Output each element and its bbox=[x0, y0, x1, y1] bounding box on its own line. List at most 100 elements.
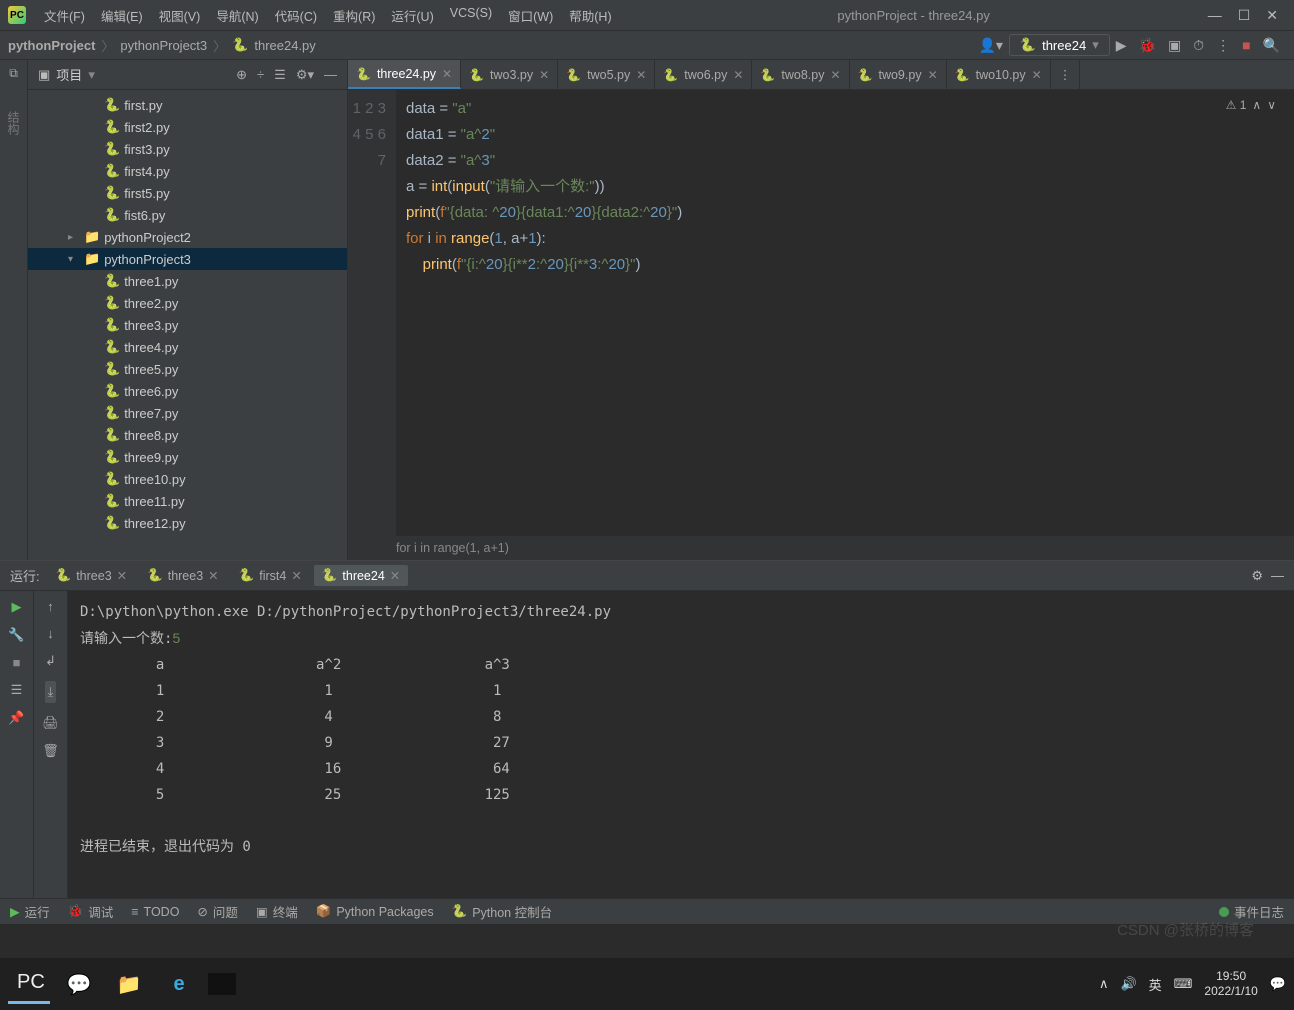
pin-icon[interactable]: 📌 bbox=[8, 710, 24, 726]
tray-ime[interactable]: 英 bbox=[1149, 975, 1162, 994]
scroll-to-end-icon[interactable]: ⤓ bbox=[45, 681, 57, 703]
filter-icon[interactable]: ☰ bbox=[11, 682, 23, 698]
menu-item[interactable]: 视图(V) bbox=[151, 3, 209, 28]
py-file-item[interactable]: 🐍first5.py bbox=[28, 182, 347, 204]
coverage-button[interactable]: ▣ bbox=[1168, 37, 1181, 54]
run-button[interactable]: ▶ bbox=[1116, 37, 1127, 54]
code-editor[interactable]: 1 2 3 4 5 6 7 data = "a" data1 = "a^2" d… bbox=[348, 90, 1294, 536]
py-file-item[interactable]: 🐍three6.py bbox=[28, 380, 347, 402]
editor-breadcrumb[interactable]: for i in range(1, a+1) bbox=[348, 536, 1294, 560]
expand-all-icon[interactable]: ÷ bbox=[257, 67, 264, 83]
py-file-item[interactable]: 🐍first2.py bbox=[28, 116, 347, 138]
py-file-item[interactable]: 🐍three9.py bbox=[28, 446, 347, 468]
select-opened-file-icon[interactable]: ⊕ bbox=[236, 67, 247, 83]
close-icon[interactable]: ✕ bbox=[117, 568, 127, 583]
close-icon[interactable]: ✕ bbox=[291, 568, 301, 583]
debug-bottom-tab[interactable]: 🐞调试 bbox=[68, 902, 114, 921]
run-tab[interactable]: 🐍three3✕ bbox=[48, 565, 136, 586]
minimize-button[interactable]: — bbox=[1208, 7, 1222, 24]
more-tabs[interactable]: ⋮ bbox=[1051, 60, 1081, 89]
editor-tab[interactable]: 🐍two10.py✕ bbox=[947, 60, 1051, 89]
breadcrumb-item[interactable]: pythonProject bbox=[8, 38, 95, 53]
py-file-item[interactable]: 🐍fist6.py bbox=[28, 204, 347, 226]
close-icon[interactable]: ✕ bbox=[208, 568, 218, 583]
menu-item[interactable]: 窗口(W) bbox=[500, 3, 561, 28]
editor-tab[interactable]: 🐍two5.py✕ bbox=[558, 60, 655, 89]
editor-tab[interactable]: 🐍two3.py✕ bbox=[461, 60, 558, 89]
taskbar-clock[interactable]: 19:502022/1/10 bbox=[1204, 969, 1257, 999]
debug-button[interactable]: 🐞 bbox=[1139, 37, 1156, 54]
menu-item[interactable]: 编辑(E) bbox=[93, 3, 151, 28]
menu-item[interactable]: 运行(U) bbox=[383, 3, 441, 28]
taskbar-wechat[interactable]: 💬 bbox=[58, 964, 100, 1004]
py-file-item[interactable]: 🐍first.py bbox=[28, 94, 347, 116]
user-icon[interactable]: 👤▾ bbox=[978, 37, 1002, 54]
breadcrumb-item[interactable]: pythonProject3 bbox=[120, 38, 207, 53]
menu-item[interactable]: VCS(S) bbox=[442, 3, 500, 28]
tray-notifications-icon[interactable]: 💬 bbox=[1270, 976, 1286, 992]
editor-tab[interactable]: 🐍two9.py✕ bbox=[850, 60, 947, 89]
py-file-item[interactable]: 🐍first4.py bbox=[28, 160, 347, 182]
taskbar-edge[interactable]: e bbox=[158, 964, 200, 1004]
menu-item[interactable]: 代码(C) bbox=[267, 3, 325, 28]
py-file-item[interactable]: 🐍three12.py bbox=[28, 512, 347, 534]
more-run-button[interactable]: ⋮ bbox=[1216, 37, 1230, 54]
close-tab-icon[interactable]: ✕ bbox=[830, 68, 840, 82]
structure-tab[interactable]: 结构 bbox=[5, 111, 22, 135]
editor-tab[interactable]: 🐍three24.py✕ bbox=[348, 60, 461, 89]
tray-keyboard-icon[interactable]: ⌨ bbox=[1174, 976, 1193, 992]
tray-volume-icon[interactable]: 🔊 bbox=[1120, 976, 1136, 992]
stop-button[interactable]: ■ bbox=[1242, 37, 1250, 53]
up-icon[interactable]: ↑ bbox=[47, 599, 54, 614]
py-file-item[interactable]: 🐍three3.py bbox=[28, 314, 347, 336]
problems-bottom-tab[interactable]: ⊘问题 bbox=[197, 902, 238, 921]
py-file-item[interactable]: 🐍three8.py bbox=[28, 424, 347, 446]
hide-icon[interactable]: — bbox=[324, 67, 337, 83]
run-bottom-tab[interactable]: ▶运行 bbox=[10, 902, 50, 921]
problems-indicator[interactable]: ⚠ 1∧∨ bbox=[1226, 98, 1276, 112]
close-icon[interactable]: ✕ bbox=[390, 568, 400, 583]
close-tab-icon[interactable]: ✕ bbox=[539, 68, 549, 82]
project-tree[interactable]: 🐍first.py🐍first2.py🐍first3.py🐍first4.py🐍… bbox=[28, 90, 347, 560]
py-file-item[interactable]: 🐍three4.py bbox=[28, 336, 347, 358]
python-console-bottom-tab[interactable]: 🐍Python 控制台 bbox=[452, 902, 552, 921]
project-tool-icon[interactable]: ⧉ bbox=[9, 66, 18, 81]
py-file-item[interactable]: 🐍first3.py bbox=[28, 138, 347, 160]
py-file-item[interactable]: 🐍three10.py bbox=[28, 468, 347, 490]
close-tab-icon[interactable]: ✕ bbox=[442, 67, 452, 81]
menu-item[interactable]: 重构(R) bbox=[325, 3, 383, 28]
run-tab[interactable]: 🐍three24✕ bbox=[314, 565, 408, 586]
stop-icon[interactable]: ■ bbox=[13, 655, 21, 670]
python-packages-bottom-tab[interactable]: 📦Python Packages bbox=[316, 904, 434, 919]
py-file-item[interactable]: 🐍three2.py bbox=[28, 292, 347, 314]
run-console[interactable]: D:\python\python.exe D:/pythonProject/py… bbox=[68, 591, 1294, 898]
code-content[interactable]: data = "a" data1 = "a^2" data2 = "a^3" a… bbox=[396, 90, 1294, 536]
folder-item[interactable]: ▸📁pythonProject2 bbox=[28, 226, 347, 248]
run-config-selector[interactable]: 🐍three24▾ bbox=[1009, 34, 1110, 56]
run-hide-icon[interactable]: — bbox=[1271, 568, 1284, 583]
rerun-icon[interactable]: ▶ bbox=[12, 599, 22, 615]
tray-expand-icon[interactable]: ∧ bbox=[1099, 976, 1109, 992]
collapse-all-icon[interactable]: ☰ bbox=[274, 67, 286, 83]
todo-bottom-tab[interactable]: ≡TODO bbox=[131, 905, 179, 919]
py-file-item[interactable]: 🐍three1.py bbox=[28, 270, 347, 292]
taskbar-pycharm[interactable]: PC bbox=[8, 964, 50, 1004]
close-button[interactable]: ✕ bbox=[1266, 7, 1278, 24]
profile-button[interactable]: ⏱ bbox=[1193, 37, 1204, 54]
event-log-tab[interactable]: 事件日志 bbox=[1219, 902, 1284, 921]
breadcrumb-item[interactable]: three24.py bbox=[254, 38, 315, 53]
menu-item[interactable]: 帮助(H) bbox=[561, 3, 619, 28]
down-icon[interactable]: ↓ bbox=[47, 626, 54, 641]
close-tab-icon[interactable]: ✕ bbox=[928, 68, 938, 82]
delete-icon[interactable]: 🗑 bbox=[42, 743, 59, 759]
maximize-button[interactable]: ☐ bbox=[1238, 7, 1251, 24]
close-tab-icon[interactable]: ✕ bbox=[636, 68, 646, 82]
folder-item[interactable]: ▾📁pythonProject3 bbox=[28, 248, 347, 270]
settings-icon[interactable]: ⚙▾ bbox=[296, 67, 314, 83]
run-tab[interactable]: 🐍three3✕ bbox=[139, 565, 227, 586]
py-file-item[interactable]: 🐍three7.py bbox=[28, 402, 347, 424]
editor-tab[interactable]: 🐍two6.py✕ bbox=[655, 60, 752, 89]
print-icon[interactable]: 🖨 bbox=[42, 715, 59, 731]
close-tab-icon[interactable]: ✕ bbox=[733, 68, 743, 82]
close-tab-icon[interactable]: ✕ bbox=[1032, 68, 1042, 82]
